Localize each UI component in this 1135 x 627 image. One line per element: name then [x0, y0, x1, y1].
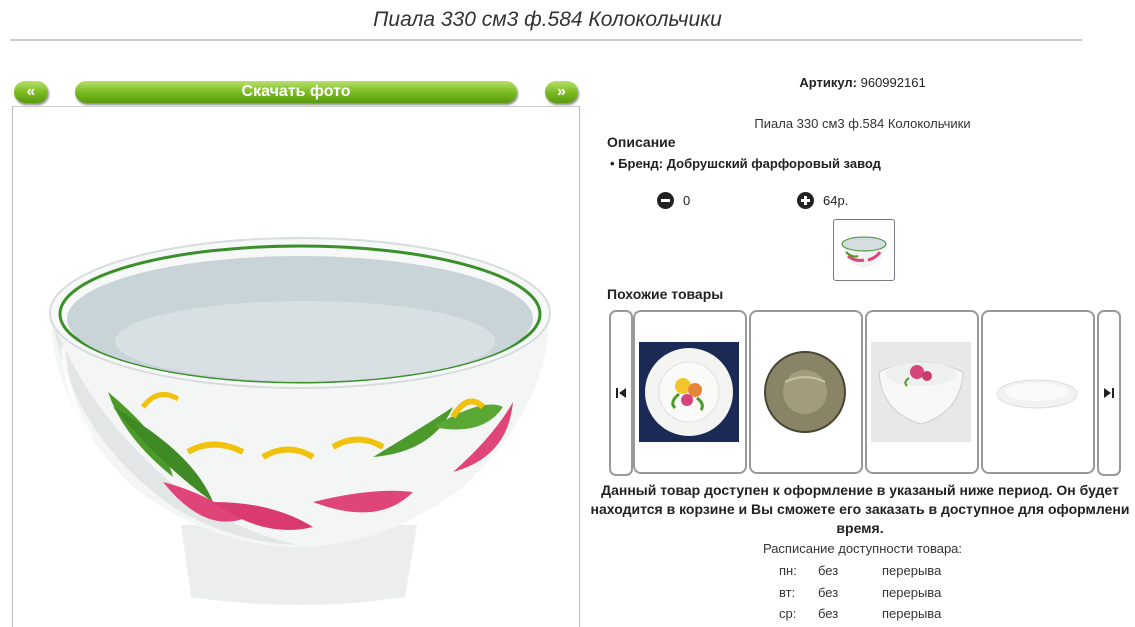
product-photo-frame [12, 106, 580, 627]
article-line: Артикул: 960992161 [580, 75, 1135, 90]
schedule-from: без [818, 585, 839, 600]
article-value: 960992161 [860, 75, 926, 90]
white-dish-image [987, 342, 1087, 442]
schedule-day: вт: [779, 585, 796, 600]
minus-circle-icon[interactable] [657, 192, 674, 209]
schedule-day: пн: [779, 563, 797, 578]
availability-line-3: время. [836, 520, 884, 536]
similar-item-floral-plate[interactable] [633, 310, 747, 474]
arrow-right-icon [1104, 388, 1114, 398]
floral-plate-image [639, 342, 739, 442]
minus-control: 0 [657, 192, 690, 209]
schedule-to: перерыва [882, 585, 942, 600]
prev-photo-button[interactable]: « [14, 81, 48, 103]
article-label: Артикул: [799, 75, 857, 90]
brand-item: • Бренд: Добрушский фарфоровый завод [610, 156, 881, 171]
description-heading: Описание [607, 134, 676, 150]
similar-heading: Похожие товары [607, 286, 724, 302]
product-photo [49, 237, 551, 605]
download-photo-button[interactable]: Скачать фото [75, 81, 517, 103]
product-info-panel: Артикул: 960992161 Пиала 330 см3 ф.584 К… [580, 0, 1135, 621]
schedule-heading: Расписание доступности товара: [762, 541, 963, 556]
plus-circle-icon[interactable] [797, 192, 814, 209]
price-value: 64р. [823, 193, 849, 208]
similar-item-square-floral-bowl[interactable] [865, 310, 979, 474]
schedule-day: ср: [779, 606, 797, 621]
arrow-left-icon [616, 388, 626, 398]
availability-line-2: находится в корзине и Вы сможете его зак… [590, 501, 1130, 517]
schedule-from: без [818, 606, 839, 621]
brand-text: Бренд: Добрушский фарфоровый завод [618, 156, 881, 171]
carousel-next-button[interactable] [1097, 310, 1121, 476]
minus-value: 0 [683, 193, 691, 208]
carousel-prev-button[interactable] [609, 310, 633, 476]
bullet-icon: • [610, 156, 619, 171]
product-name: Пиала 330 см3 ф.584 Колокольчики [754, 116, 971, 131]
smoked-glass-plate-image [755, 342, 855, 442]
plus-control: 64р. [797, 192, 848, 209]
similar-item-smoked-glass-plate[interactable] [749, 310, 863, 474]
square-floral-bowl-image [871, 342, 971, 442]
schedule-from: без [818, 563, 839, 578]
availability-notice: Данный товар доступен к оформление в ука… [580, 481, 1135, 538]
bowl-thumbnail-image [841, 236, 887, 268]
similar-item-white-dish[interactable] [981, 310, 1095, 474]
next-photo-button[interactable]: » [545, 81, 578, 103]
schedule-to: перерыва [882, 606, 942, 621]
availability-line-1: Данный товар доступен к оформление в ука… [601, 482, 1119, 498]
photo-thumbnail[interactable] [833, 219, 895, 281]
schedule-to: перерыва [882, 563, 942, 578]
